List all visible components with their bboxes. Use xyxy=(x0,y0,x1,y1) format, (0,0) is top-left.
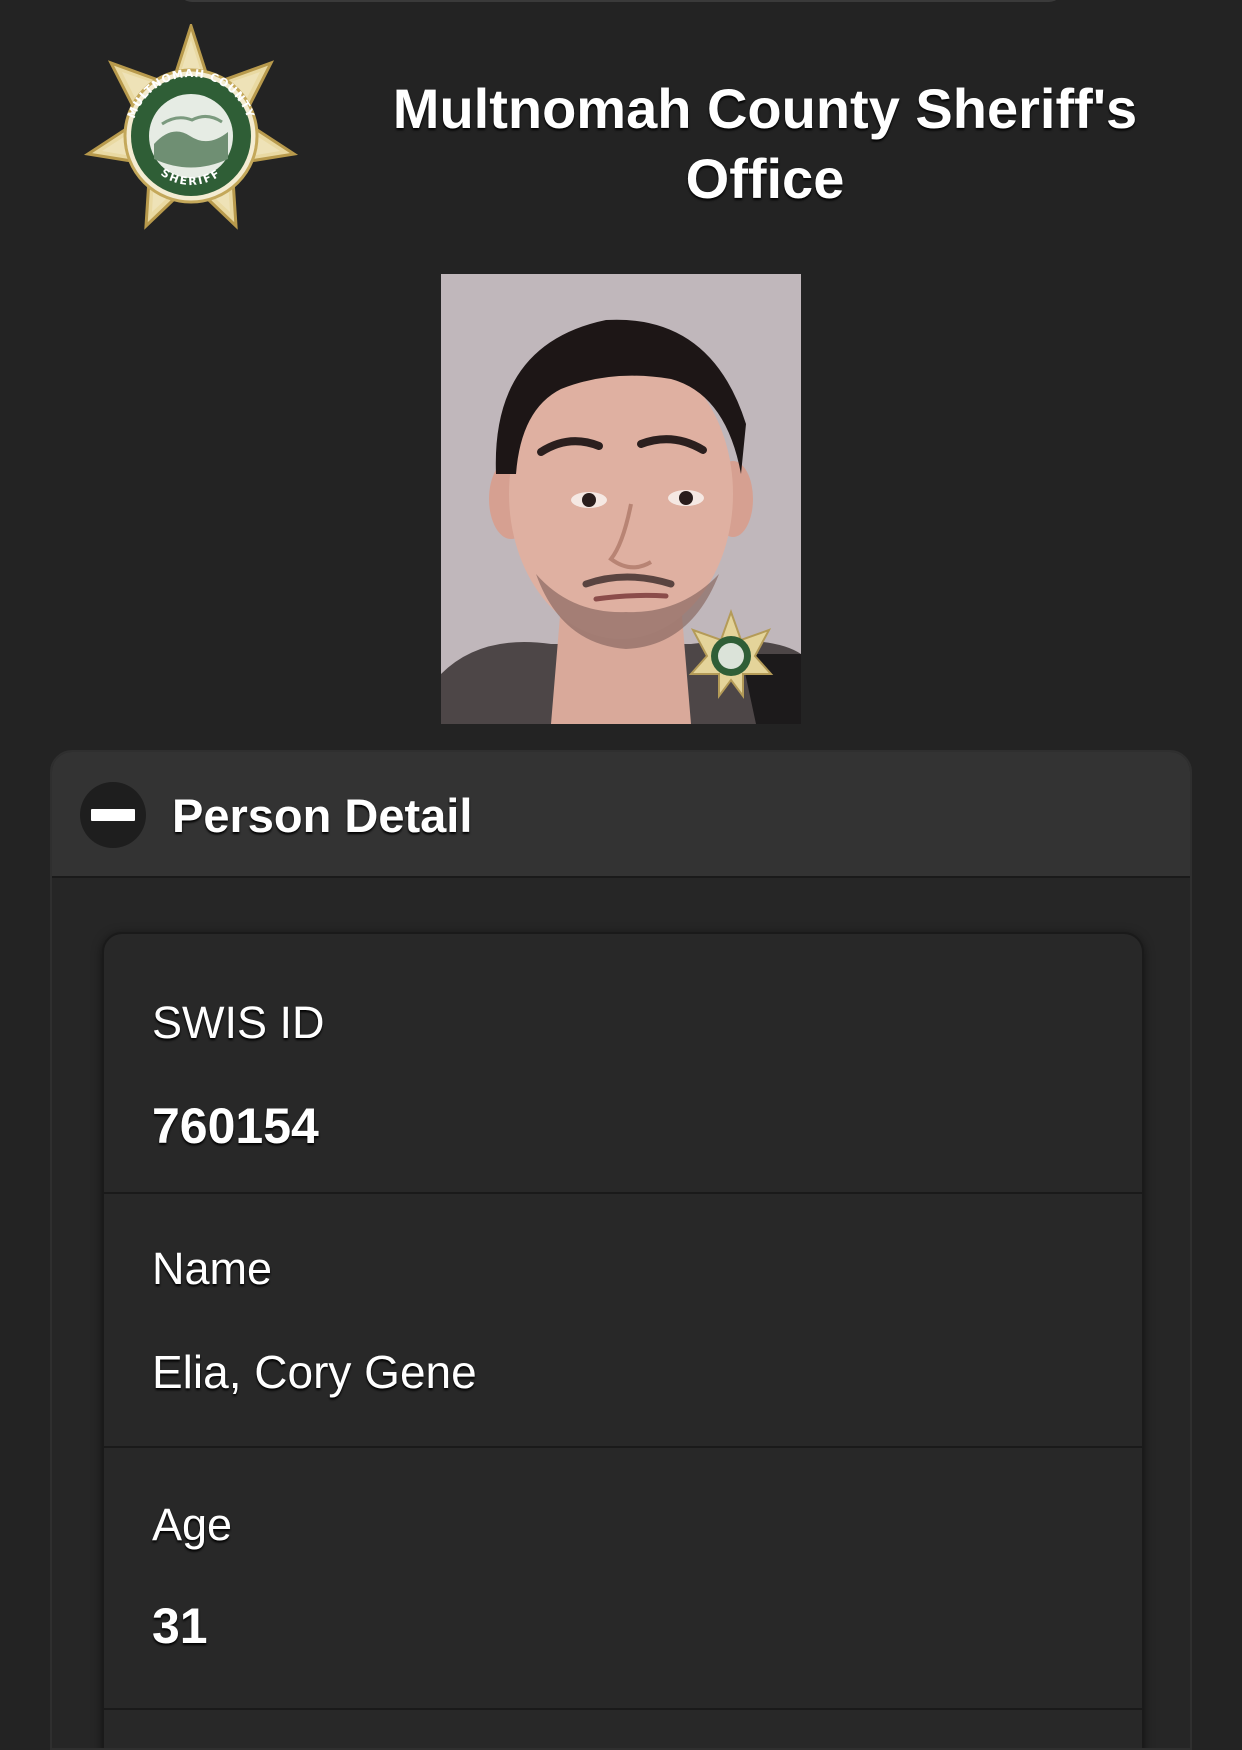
detail-card: SWIS ID 760154 Name Elia, Cory Gene Age … xyxy=(102,932,1144,1748)
page-title: Multnomah County Sheriff's Office xyxy=(392,77,1138,210)
field-value: Elia, Cory Gene xyxy=(152,1346,477,1398)
collapse-button[interactable] xyxy=(80,782,146,848)
field-swis-id: SWIS ID 760154 xyxy=(104,934,1142,1194)
page-header: MULTNOMAH COUNTY SHERIFF Multnomah Count… xyxy=(0,0,1242,260)
booking-photo xyxy=(441,274,801,724)
field-label: Age xyxy=(152,1499,233,1550)
field-name: Name Elia, Cory Gene xyxy=(104,1194,1142,1448)
field-value: 760154 xyxy=(152,1098,319,1154)
field-value: 31 xyxy=(152,1598,208,1654)
field-label: Name xyxy=(152,1243,273,1294)
field-label: SWIS ID xyxy=(152,997,325,1048)
panel-header[interactable]: Person Detail xyxy=(52,752,1190,878)
minus-icon xyxy=(91,809,135,821)
panel-title: Person Detail xyxy=(172,789,473,842)
sheriff-badge-logo: MULTNOMAH COUNTY SHERIFF xyxy=(83,24,299,230)
person-detail-panel: Person Detail SWIS ID 760154 Name Elia, … xyxy=(50,750,1192,1750)
field-age: Age 31 xyxy=(104,1448,1142,1710)
